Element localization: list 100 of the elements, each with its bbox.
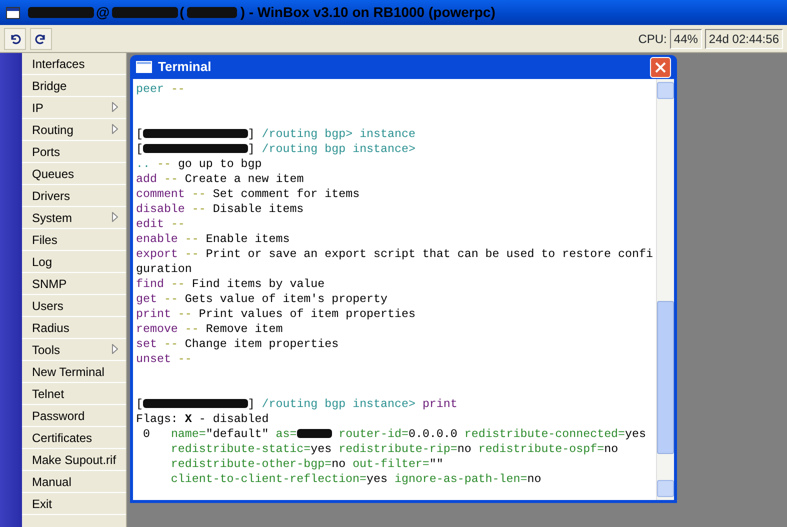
terminal-text: -- [170,278,186,291]
redaction-mark [112,7,178,18]
terminal-text: no [332,458,347,471]
terminal-text: ] [248,143,255,156]
menu-item[interactable]: System [22,207,126,229]
menu-item[interactable]: Password [22,405,126,427]
terminal-text: add [136,173,157,186]
terminal-text: Create a new item [184,173,304,186]
terminal-text: Print values of item properties [198,308,416,321]
close-icon [655,62,666,72]
terminal-text: no [527,473,542,486]
title-text: ) - WinBox v3.10 on RB1000 (powerpc) [240,3,496,22]
terminal-text: -- [184,248,200,261]
terminal-text: disable [136,203,185,216]
terminal-text: Gets value of item's property [184,293,388,306]
menu-item[interactable]: Tools [22,339,126,361]
undo-button[interactable] [4,28,26,50]
terminal-text: enable [136,233,178,246]
terminal-text: Disable items [212,203,304,216]
terminal-text: Find items by value [192,278,325,291]
terminal-text: no [457,443,472,456]
terminal-text: /routing bgp instance> [260,398,416,411]
menu-item[interactable]: Manual [22,471,126,493]
terminal-text: yes [366,473,388,486]
terminal-text: -- [170,218,185,231]
menu-item[interactable]: Queues [22,163,126,185]
terminal-text: redistribute-ospf= [478,443,604,456]
terminal-text: -- [184,323,200,336]
terminal-text: -- [170,83,185,96]
terminal-text: redistribute-rip= [338,443,458,456]
terminal-text: out-filter= [352,458,430,471]
terminal-text: get [136,293,157,306]
terminal-text: [ [136,398,143,411]
terminal-text: .. [136,158,150,171]
menu-item[interactable]: Log [22,251,126,273]
terminal-text: "default" [206,428,270,441]
terminal-text: [ [136,128,143,141]
menu-item[interactable]: Files [22,229,126,251]
menu-item[interactable]: Interfaces [22,53,126,75]
menu-item[interactable]: Telnet [22,383,126,405]
scrollbar[interactable] [656,79,674,500]
terminal-text: redistribute-connected= [464,428,626,441]
scroll-up-button[interactable] [657,82,674,99]
terminal-text: edit [136,218,164,231]
redaction-mark [296,429,332,438]
terminal-text: guration [136,263,192,276]
terminal-text: yes [625,428,646,441]
menu-item[interactable]: Exit [22,493,126,515]
terminal-text: unset [136,353,171,366]
terminal-text: -- [162,338,179,351]
app-icon [6,6,20,18]
terminal-text: Print or save an export script that can be used to restore confi [206,248,653,261]
terminal-text: -- [176,353,192,366]
redo-icon [35,32,47,44]
terminal-text: set [136,338,157,351]
menu-item[interactable]: New Terminal [22,361,126,383]
terminal-text: print [422,398,458,411]
undo-icon [9,32,21,44]
redo-button[interactable] [30,28,52,50]
terminal-text: 0.0.0.0 [408,428,458,441]
terminal-text: router-id= [338,428,408,441]
title-text: ( [180,3,184,22]
terminal-text: /routing bgp> instance [260,128,416,141]
close-button[interactable] [650,56,671,78]
terminal-text: peer [136,83,164,96]
terminal-text: -- [162,293,179,306]
scroll-down-button[interactable] [657,480,674,497]
menu-item[interactable]: Drivers [22,185,126,207]
menu-item[interactable]: IP [22,97,126,119]
terminal-text: Remove item [206,323,283,336]
menu-item[interactable]: Routing [22,119,126,141]
terminal-text: find [136,278,164,291]
menu-item[interactable]: SNMP [22,273,126,295]
terminal-text: 0 [142,428,151,441]
redaction-mark [187,7,238,18]
menu-item[interactable]: Bridge [22,75,126,97]
terminal-text: name= [170,428,206,441]
terminal-text: redistribute-static= [170,443,311,456]
menu-item[interactable]: Certificates [22,427,126,449]
terminal-text: Enable items [206,233,290,246]
menu-item[interactable]: Radius [22,317,126,339]
terminal-text: Flags: X - disabled [136,413,269,426]
terminal-text: go up to bgp [178,158,262,171]
terminal-text: "" [429,458,444,471]
terminal-text: ignore-as-path-len= [394,473,528,486]
terminal-text: yes [310,443,333,456]
terminal-text: client-to-client-reflection= [170,473,367,486]
menu-item[interactable]: Make Supout.rif [22,449,126,471]
menu-item[interactable]: Ports [22,141,126,163]
terminal-text: ] [248,398,255,411]
terminal-text: print [136,308,171,321]
uptime-reading: 24d 02:44:56 [704,28,783,48]
cpu-reading: 44% [670,28,702,48]
scroll-thumb[interactable] [657,301,674,454]
terminal-text: export [136,248,178,261]
redaction-mark [28,7,94,18]
terminal-text: -- [190,203,207,216]
window-icon [136,61,152,73]
menu-item[interactable]: Users [22,295,126,317]
terminal-text: Set comment for items [212,188,360,201]
